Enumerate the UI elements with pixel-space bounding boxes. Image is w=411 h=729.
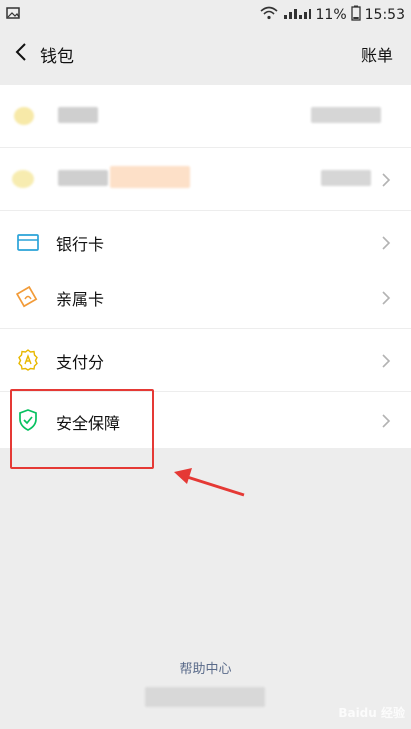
chevron-right-icon xyxy=(381,235,391,250)
help-center-link[interactable]: 帮助中心 xyxy=(0,658,411,677)
redacted-value xyxy=(321,170,371,186)
redacted-value xyxy=(311,107,381,123)
pay-score-label: 支付分 xyxy=(56,353,105,372)
redacted-promo xyxy=(110,166,190,188)
bill-button[interactable]: 账单 xyxy=(361,42,393,66)
pay-score-icon xyxy=(16,348,40,372)
chevron-right-icon xyxy=(381,353,391,368)
wifi-icon xyxy=(259,6,278,24)
wallet-section: 银行卡 xyxy=(0,85,411,273)
bank-card-label: 银行卡 xyxy=(56,235,105,254)
redacted-label xyxy=(58,107,98,123)
bank-card-icon xyxy=(16,230,40,254)
watermark: Baidu 经验 xyxy=(338,706,405,720)
redacted-label xyxy=(58,170,108,186)
chevron-right-icon xyxy=(381,290,391,305)
status-bar: 11% 15:53 xyxy=(0,0,411,28)
bank-card-row[interactable]: 银行卡 xyxy=(0,211,411,273)
battery-percent: 11% xyxy=(315,7,347,23)
clock: 15:53 xyxy=(364,7,405,23)
battery-icon xyxy=(350,5,361,25)
pay-score-row[interactable]: 支付分 xyxy=(0,329,411,391)
balance-row-2[interactable] xyxy=(0,148,411,211)
balance-row[interactable] xyxy=(0,85,411,148)
lingqiantong-icon xyxy=(12,170,34,188)
chevron-right-icon xyxy=(381,413,391,428)
page-title: 钱包 xyxy=(40,47,74,67)
annotation-arrow-icon xyxy=(174,468,245,497)
balance-icon xyxy=(14,107,34,125)
signal-icon xyxy=(282,6,312,24)
nav-bar: 钱包 账单 xyxy=(0,28,411,78)
services-section: 亲属卡 支付分 xyxy=(0,266,411,391)
gallery-icon xyxy=(6,6,20,24)
family-card-icon xyxy=(15,285,40,309)
back-arrow-icon[interactable] xyxy=(10,40,34,64)
family-card-label: 亲属卡 xyxy=(56,290,105,309)
highlight-box xyxy=(10,389,154,469)
family-card-row[interactable]: 亲属卡 xyxy=(0,266,411,329)
redacted-footer xyxy=(145,687,265,707)
chevron-right-icon xyxy=(381,172,391,187)
